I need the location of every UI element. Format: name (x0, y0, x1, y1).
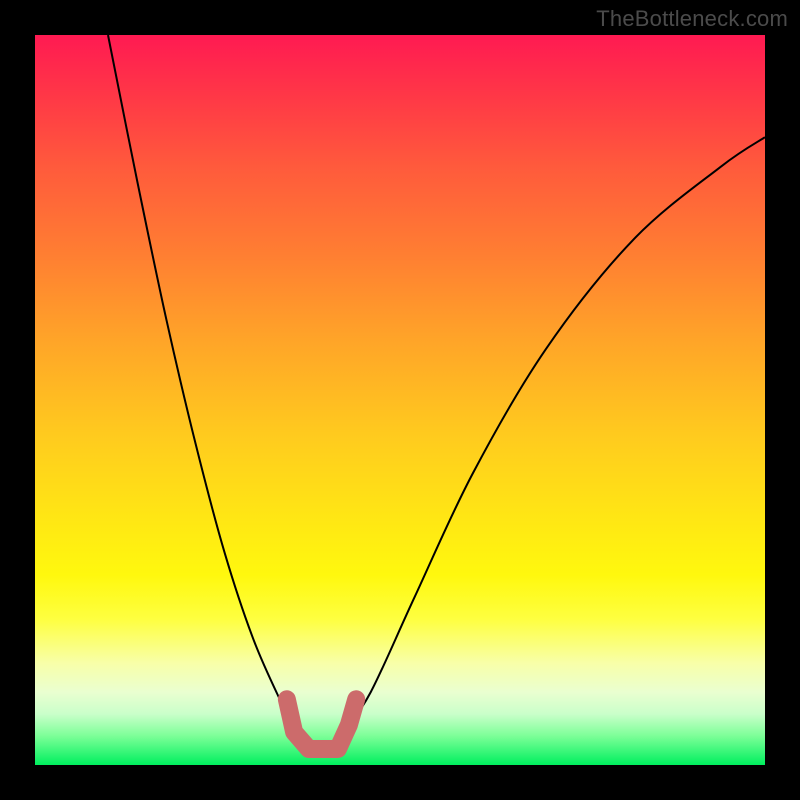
chart-frame: TheBottleneck.com (0, 0, 800, 800)
curves-layer (35, 35, 765, 765)
curve-left-branch (108, 35, 298, 736)
plot-area (35, 35, 765, 765)
watermark-text: TheBottleneck.com (596, 6, 788, 32)
valley-highlight (287, 699, 356, 749)
curve-right-branch (342, 137, 765, 736)
